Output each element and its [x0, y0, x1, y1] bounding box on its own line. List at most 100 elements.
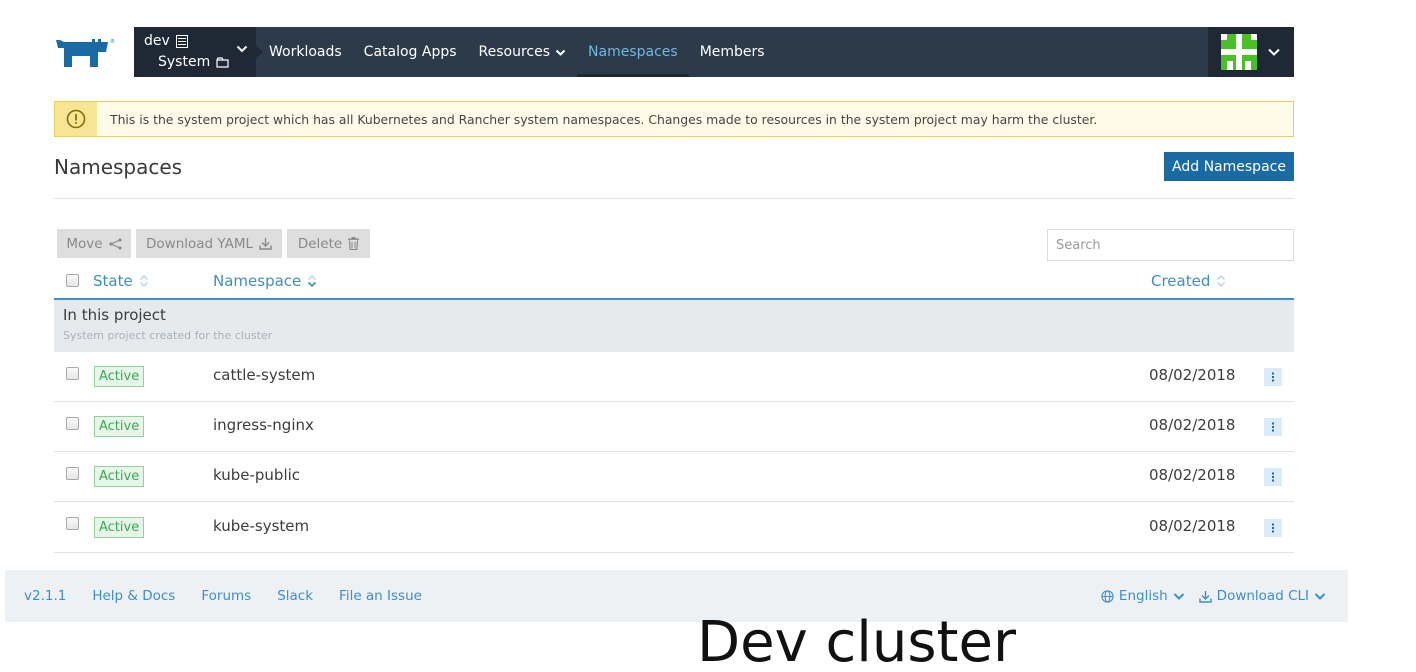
- share-icon: [108, 237, 122, 250]
- table-row: Active kube-public 08/02/2018: [54, 452, 1294, 502]
- column-header-namespace[interactable]: Namespace: [213, 272, 317, 290]
- status-badge: Active: [94, 517, 145, 538]
- project-group-row: In this project System project created f…: [54, 300, 1294, 352]
- namespace-name[interactable]: cattle-system: [213, 366, 315, 384]
- delete-button[interactable]: Delete: [287, 229, 370, 258]
- table-row: Active kube-system 08/02/2018: [54, 502, 1294, 553]
- version-link[interactable]: v2.1.1: [5, 588, 66, 604]
- system-project-warning: This is the system project which has all…: [54, 101, 1294, 137]
- nav-item-resources[interactable]: Resources: [468, 27, 578, 77]
- row-checkbox[interactable]: [66, 467, 79, 480]
- created-date: 08/02/2018: [1149, 517, 1236, 535]
- globe-icon: [1101, 589, 1114, 603]
- row-checkbox[interactable]: [66, 367, 79, 380]
- move-label: Move: [66, 235, 103, 252]
- nav-item-label: Members: [699, 44, 765, 60]
- cluster-label: dev: [144, 33, 188, 49]
- nav-items: Workloads Catalog Apps Resources Namespa…: [258, 27, 776, 77]
- project-switcher[interactable]: dev System: [134, 27, 263, 77]
- more-vertical-icon: [1272, 523, 1274, 533]
- avatar: [1221, 34, 1257, 70]
- select-all-checkbox[interactable]: [66, 274, 79, 287]
- svg-text:®: ®: [110, 38, 115, 45]
- row-actions-button[interactable]: [1264, 468, 1282, 486]
- forums-link[interactable]: Forums: [182, 588, 251, 604]
- file-issue-link[interactable]: File an Issue: [320, 588, 422, 604]
- row-actions-button[interactable]: [1264, 519, 1282, 537]
- top-nav: dev System Workloads Catalog Apps Resour…: [134, 27, 1294, 77]
- row-checkbox[interactable]: [66, 417, 79, 430]
- column-header-created[interactable]: Created: [1151, 272, 1226, 290]
- column-header-label: State: [93, 272, 133, 290]
- footer: v2.1.1 Help & Docs Forums Slack File an …: [5, 570, 1348, 622]
- page-title: Namespaces: [54, 155, 183, 179]
- help-docs-link[interactable]: Help & Docs: [73, 588, 175, 604]
- nav-item-members[interactable]: Members: [689, 27, 776, 77]
- folder-icon: [216, 56, 229, 68]
- nav-item-label: Namespaces: [588, 44, 678, 60]
- namespace-name[interactable]: ingress-nginx: [213, 416, 314, 434]
- delete-label: Delete: [297, 235, 343, 252]
- nav-item-workloads[interactable]: Workloads: [258, 27, 353, 77]
- add-namespace-button[interactable]: Add Namespace: [1164, 152, 1294, 181]
- footer-right: English Download CLI: [1101, 588, 1348, 604]
- nav-item-label: Resources: [478, 44, 551, 60]
- namespace-name[interactable]: kube-public: [213, 466, 300, 484]
- sort-icon: [139, 275, 148, 287]
- status-badge: Active: [94, 416, 145, 437]
- search-input[interactable]: [1047, 229, 1294, 261]
- table-row: Active cattle-system 08/02/2018: [54, 352, 1294, 402]
- chevron-down-icon: [1314, 592, 1326, 600]
- download-icon: [259, 238, 272, 250]
- slack-link[interactable]: Slack: [258, 588, 313, 604]
- project-label: System: [158, 54, 229, 70]
- created-date: 08/02/2018: [1149, 366, 1236, 384]
- chevron-down-icon: [236, 45, 248, 53]
- warning-text: This is the system project which has all…: [110, 111, 1098, 127]
- download-yaml-button[interactable]: Download YAML: [136, 229, 282, 258]
- column-header-label: Created: [1151, 272, 1211, 290]
- sort-icon: [1217, 275, 1226, 287]
- info-icon: [66, 109, 86, 129]
- chevron-down-icon: [1173, 592, 1184, 600]
- download-icon: [1198, 590, 1212, 603]
- user-menu[interactable]: [1208, 27, 1294, 77]
- nav-item-label: Catalog Apps: [363, 44, 457, 60]
- project-name: System: [158, 54, 211, 70]
- more-vertical-icon: [1272, 372, 1274, 382]
- more-vertical-icon: [1272, 422, 1274, 432]
- chevron-down-icon: [1268, 48, 1280, 56]
- row-checkbox[interactable]: [66, 517, 79, 530]
- caption-text: Dev cluster: [697, 610, 1016, 672]
- trash-icon: [348, 237, 360, 250]
- group-name: In this project: [63, 306, 166, 324]
- status-badge: Active: [94, 366, 145, 387]
- chevron-down-icon: [555, 49, 566, 56]
- nav-item-label: Workloads: [269, 44, 342, 60]
- download-yaml-label: Download YAML: [146, 235, 253, 252]
- more-vertical-icon: [1272, 472, 1274, 482]
- header-divider: [54, 198, 1294, 199]
- sort-icon: [308, 275, 317, 288]
- cluster-icon: [175, 34, 188, 48]
- nav-item-namespaces[interactable]: Namespaces: [577, 27, 689, 77]
- language-label: English: [1118, 588, 1168, 604]
- column-header-label: Namespace: [213, 272, 302, 290]
- warning-icon-box: [55, 102, 97, 136]
- table-row: Active ingress-nginx 08/02/2018: [54, 402, 1294, 452]
- cluster-name: dev: [144, 33, 170, 49]
- rancher-logo[interactable]: ®: [54, 36, 124, 70]
- group-description: System project created for the cluster: [63, 329, 273, 342]
- nav-item-catalog-apps[interactable]: Catalog Apps: [353, 27, 468, 77]
- move-button[interactable]: Move: [57, 229, 131, 258]
- status-badge: Active: [94, 466, 145, 487]
- download-cli-menu[interactable]: Download CLI: [1198, 588, 1326, 604]
- column-header-state[interactable]: State: [93, 272, 149, 290]
- namespace-name[interactable]: kube-system: [213, 517, 309, 535]
- download-cli-label: Download CLI: [1216, 588, 1309, 604]
- row-actions-button[interactable]: [1264, 418, 1282, 436]
- created-date: 08/02/2018: [1149, 466, 1236, 484]
- created-date: 08/02/2018: [1149, 416, 1236, 434]
- row-actions-button[interactable]: [1264, 368, 1282, 386]
- language-selector[interactable]: English: [1101, 588, 1185, 604]
